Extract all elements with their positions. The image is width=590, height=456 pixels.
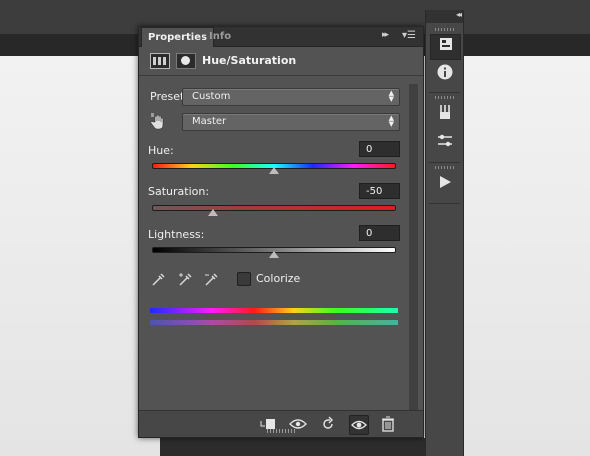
saturation-input[interactable]: -50	[359, 183, 400, 199]
saturation-slider-thumb[interactable]	[208, 209, 218, 216]
dock-collapse-icon[interactable]: ◂◂	[426, 10, 463, 23]
channel-select[interactable]: Master ▲ ▼	[182, 113, 400, 131]
reset-icon[interactable]	[319, 415, 337, 433]
trash-icon[interactable]	[379, 415, 397, 433]
visibility-eye-icon[interactable]	[349, 415, 369, 435]
panel-tab-bar: Properties Info ▸▸ ▾☰	[139, 27, 423, 48]
eyedropper-plus-icon[interactable]	[177, 272, 193, 288]
lightness-input[interactable]: 0	[359, 225, 400, 241]
adjustment-header: Hue/Saturation	[139, 47, 423, 76]
actions-play-icon[interactable]	[430, 173, 459, 197]
info-panel-icon[interactable]	[430, 63, 459, 87]
panel-scrollbar[interactable]	[409, 84, 418, 410]
hue-saturation-layer-icon[interactable]	[150, 53, 170, 69]
input-color-spectrum	[150, 308, 398, 313]
lightness-label: Lightness:	[148, 228, 205, 241]
dock-separator	[429, 162, 460, 163]
on-image-adjustment-hand-icon[interactable]	[150, 113, 168, 131]
select-spinner-icon: ▲ ▼	[388, 114, 394, 128]
channel-value: Master	[192, 116, 227, 127]
hue-input[interactable]: 0	[359, 141, 400, 157]
adjustments-panel-icon[interactable]	[430, 132, 459, 156]
tab-separator	[201, 30, 202, 43]
saturation-label: Saturation:	[148, 185, 210, 198]
properties-panel: Properties Info ▸▸ ▾☰ Hue/Saturation Pre…	[138, 26, 424, 438]
properties-panel-icon[interactable]	[430, 34, 461, 60]
brushes-panel-icon[interactable]	[430, 103, 459, 127]
eyedropper-minus-icon[interactable]	[203, 272, 219, 288]
eyedropper-icon[interactable]	[150, 272, 166, 288]
dock-separator	[429, 92, 460, 93]
hue-label: Hue:	[148, 144, 174, 157]
collapse-panel-icon[interactable]: ▸▸	[382, 30, 389, 40]
select-spinner-icon: ▲ ▼	[388, 89, 394, 103]
status-bar	[160, 438, 430, 456]
hue-slider-thumb[interactable]	[269, 167, 279, 174]
adjustment-title: Hue/Saturation	[202, 54, 297, 67]
dock-grip[interactable]	[435, 166, 455, 169]
panel-resize-grip[interactable]	[267, 429, 295, 433]
dock-separator	[429, 203, 460, 204]
tab-info[interactable]: Info	[203, 27, 237, 46]
panel-menu-icon[interactable]: ▾☰	[402, 30, 416, 41]
saturation-slider-track[interactable]	[152, 205, 396, 211]
colorize-checkbox[interactable]	[237, 272, 251, 286]
dock-grip[interactable]	[435, 28, 455, 31]
layer-mask-icon[interactable]	[176, 53, 196, 69]
preset-select[interactable]: Custom ▲ ▼	[182, 88, 400, 106]
output-color-spectrum	[150, 320, 398, 325]
preset-value: Custom	[192, 91, 231, 102]
panel-dock: ◂◂	[425, 10, 464, 456]
dock-grip[interactable]	[435, 96, 455, 99]
lightness-slider-thumb[interactable]	[269, 251, 279, 258]
colorize-label: Colorize	[256, 272, 301, 285]
